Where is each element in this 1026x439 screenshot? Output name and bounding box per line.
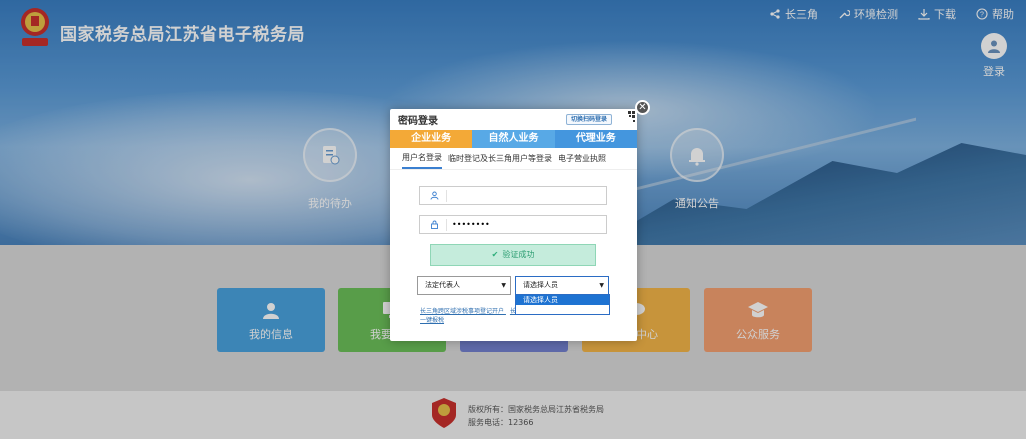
username-field xyxy=(419,186,607,205)
link-one-click-tax[interactable]: 一键报税 xyxy=(420,317,444,324)
person-select-value: 请选择人员 xyxy=(523,281,558,289)
modal-title: 密码登录 xyxy=(398,116,438,127)
captcha-verify-success[interactable]: ✔ 验证成功 xyxy=(430,244,596,266)
person-select[interactable]: 请选择人员 ▼ xyxy=(515,276,609,295)
subtab-username-login[interactable]: 用户名登录 xyxy=(402,148,442,169)
dropdown-arrow-icon: ▼ xyxy=(599,282,604,289)
business-tabs: 企业业务 自然人业务 代理业务 xyxy=(390,130,637,148)
password-input[interactable] xyxy=(452,218,602,231)
person-dropdown-list: 请选择人员 xyxy=(515,294,610,315)
subtab-e-license[interactable]: 电子营业执照 xyxy=(558,148,606,169)
username-input[interactable] xyxy=(452,189,602,202)
dropdown-arrow-icon: ▼ xyxy=(501,282,506,289)
qr-code-icon[interactable] xyxy=(617,109,637,129)
subtab-temporary-login[interactable]: 临时登记及长三角用户等登录 xyxy=(448,148,552,169)
field-divider xyxy=(446,219,447,231)
checkmark-icon: ✔ xyxy=(491,250,499,259)
switch-qr-login-button[interactable]: 切换扫码登录 xyxy=(566,114,613,125)
close-icon: ✕ xyxy=(638,101,647,113)
lock-icon xyxy=(431,220,438,229)
role-select-value: 法定代表人 xyxy=(425,281,460,289)
modal-header: 密码登录 切换扫码登录 xyxy=(390,109,637,130)
close-modal-button[interactable]: ✕ xyxy=(635,100,650,115)
login-modal: 密码登录 切换扫码登录 企业业务 自然人业务 代理业务 用户名登录 临时登记及长… xyxy=(390,109,637,341)
tab-individual[interactable]: 自然人业务 xyxy=(472,130,555,148)
role-select[interactable]: 法定代表人 ▼ xyxy=(417,276,511,295)
field-divider xyxy=(446,190,447,202)
verify-label: 验证成功 xyxy=(502,250,535,259)
user-icon xyxy=(430,191,439,200)
password-field xyxy=(419,215,607,234)
tab-agency[interactable]: 代理业务 xyxy=(554,130,637,148)
tab-enterprise[interactable]: 企业业务 xyxy=(390,130,473,148)
login-method-tabs: 用户名登录 临时登记及长三角用户等登录 电子营业执照 xyxy=(390,148,637,170)
dropdown-option[interactable]: 请选择人员 xyxy=(516,295,609,305)
link-cross-region-registration[interactable]: 长三角跨区域涉税事项登记开户 xyxy=(420,308,504,315)
